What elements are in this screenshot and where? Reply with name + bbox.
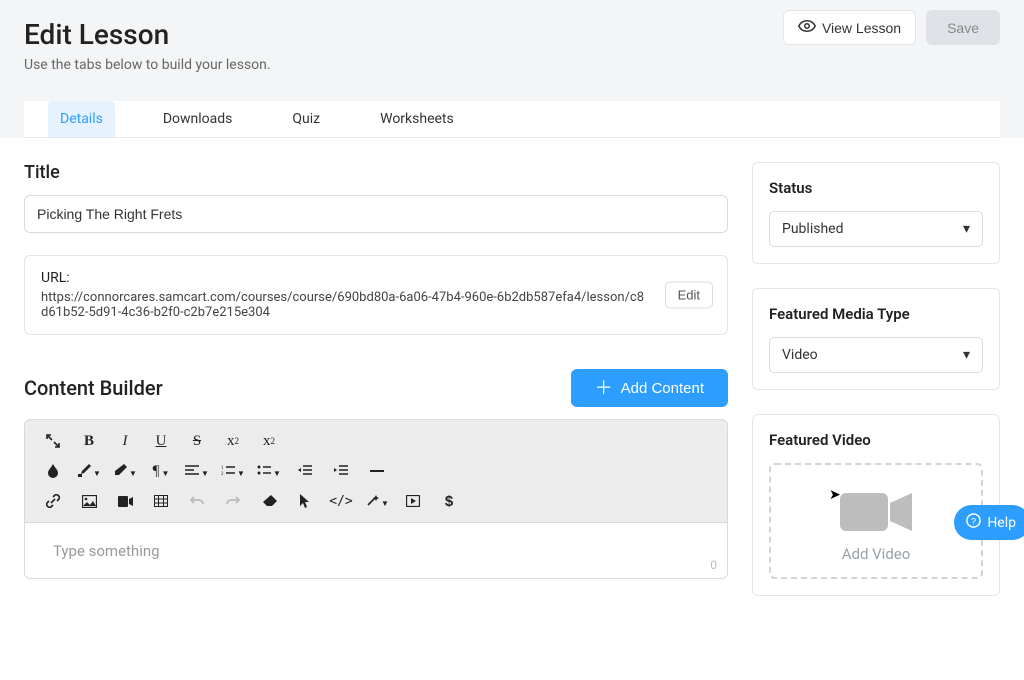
media-type-selected: Video xyxy=(782,347,818,363)
editor-body[interactable]: Type something 0 xyxy=(25,523,727,578)
media-type-card: Featured Media Type Video ▾ xyxy=(752,288,1000,390)
editor-placeholder: Type something xyxy=(53,542,160,560)
add-content-button[interactable]: ＋ Add Content xyxy=(571,369,728,407)
cursor-icon: ➤ xyxy=(829,487,841,503)
tab-details[interactable]: Details xyxy=(48,101,115,137)
content-editor: B I U S x2 x2 ▼ ▼ ¶▼ ▼ 12▼ ▼ xyxy=(24,419,728,579)
align-icon[interactable]: ▼ xyxy=(179,456,215,486)
char-count: 0 xyxy=(710,558,717,572)
code-icon[interactable]: </> xyxy=(323,486,359,516)
horizontal-rule-icon[interactable] xyxy=(359,456,395,486)
url-card: URL: https://connorcares.samcart.com/cou… xyxy=(24,255,728,335)
media-type-select[interactable]: Video ▾ xyxy=(769,337,983,373)
svg-text:2: 2 xyxy=(221,472,224,477)
camera-icon xyxy=(840,489,912,535)
chevron-down-icon: ▾ xyxy=(963,347,970,363)
status-selected: Published xyxy=(782,221,843,237)
media-type-title: Featured Media Type xyxy=(769,305,983,323)
featured-video-card: Featured Video ➤ Add Video xyxy=(752,414,1000,596)
outdent-icon[interactable] xyxy=(287,456,323,486)
save-button[interactable]: Save xyxy=(926,10,1000,45)
undo-icon[interactable] xyxy=(179,486,215,516)
title-input[interactable] xyxy=(24,195,728,233)
svg-text:1: 1 xyxy=(221,466,224,471)
tabs: Details Downloads Quiz Worksheets xyxy=(24,101,1000,138)
strike-icon[interactable]: S xyxy=(179,426,215,456)
help-button[interactable]: ? Help xyxy=(954,505,1024,540)
expand-icon[interactable] xyxy=(35,426,71,456)
unordered-list-icon[interactable]: ▼ xyxy=(251,456,287,486)
chevron-down-icon: ▾ xyxy=(963,221,970,237)
view-lesson-button[interactable]: View Lesson xyxy=(783,10,916,45)
featured-video-title: Featured Video xyxy=(769,431,983,449)
add-video-label: Add Video xyxy=(842,545,911,563)
add-content-label: Add Content xyxy=(621,380,704,397)
editor-toolbar: B I U S x2 x2 ▼ ▼ ¶▼ ▼ 12▼ ▼ xyxy=(25,420,727,523)
subscript-icon[interactable]: x2 xyxy=(215,426,251,456)
video-icon[interactable] xyxy=(107,486,143,516)
tab-quiz[interactable]: Quiz xyxy=(280,101,332,137)
url-value: https://connorcares.samcart.com/courses/… xyxy=(41,290,711,320)
brush-icon[interactable]: ▼ xyxy=(71,456,107,486)
italic-icon[interactable]: I xyxy=(107,426,143,456)
help-icon: ? xyxy=(966,513,981,532)
link-icon[interactable] xyxy=(35,486,71,516)
superscript-icon[interactable]: x2 xyxy=(251,426,287,456)
status-title: Status xyxy=(769,179,983,197)
page-subtitle: Use the tabs below to build your lesson. xyxy=(24,57,271,73)
svg-text:?: ? xyxy=(971,516,976,526)
eye-icon xyxy=(798,19,816,36)
play-box-icon[interactable] xyxy=(395,486,431,516)
plus-icon: ＋ xyxy=(595,379,613,397)
magic-icon[interactable]: ▼ xyxy=(359,486,395,516)
content-builder-title: Content Builder xyxy=(24,376,163,400)
page-title: Edit Lesson xyxy=(24,18,271,51)
help-label: Help xyxy=(987,515,1016,531)
underline-icon[interactable]: U xyxy=(143,426,179,456)
table-icon[interactable] xyxy=(143,486,179,516)
ink-drop-icon[interactable] xyxy=(35,456,71,486)
image-icon[interactable] xyxy=(71,486,107,516)
title-label: Title xyxy=(24,162,728,183)
redo-icon[interactable] xyxy=(215,486,251,516)
tab-downloads[interactable]: Downloads xyxy=(151,101,245,137)
edit-url-button[interactable]: Edit xyxy=(665,282,713,309)
view-lesson-label: View Lesson xyxy=(822,20,901,36)
status-select[interactable]: Published ▾ xyxy=(769,211,983,247)
dollar-icon[interactable]: $ xyxy=(431,486,467,516)
clear-format-icon[interactable]: ▼ xyxy=(107,456,143,486)
pointer-icon[interactable] xyxy=(287,486,323,516)
bold-icon[interactable]: B xyxy=(71,426,107,456)
paragraph-icon[interactable]: ¶▼ xyxy=(143,456,179,486)
add-video-dropzone[interactable]: ➤ Add Video xyxy=(769,463,983,579)
url-label: URL: xyxy=(41,270,711,286)
tab-worksheets[interactable]: Worksheets xyxy=(368,101,466,137)
ordered-list-icon[interactable]: 12▼ xyxy=(215,456,251,486)
indent-icon[interactable] xyxy=(323,456,359,486)
status-card: Status Published ▾ xyxy=(752,162,1000,264)
eraser-icon[interactable] xyxy=(251,486,287,516)
